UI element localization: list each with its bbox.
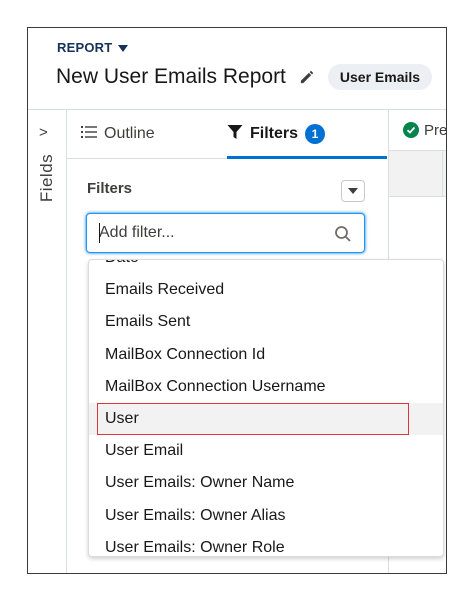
preview-grid-header <box>389 150 446 197</box>
text-cursor <box>99 223 100 243</box>
filter-option[interactable]: User <box>89 402 443 436</box>
filter-option[interactable]: Emails Received <box>89 274 443 306</box>
fields-rail[interactable]: > Fields <box>28 110 67 573</box>
chevron-down-icon <box>118 44 129 52</box>
check-circle-icon <box>403 122 419 138</box>
report-header: REPORT New User Emails Report User Email… <box>28 28 446 110</box>
preview-tab-label: Pre <box>424 121 447 139</box>
tab-outline-label: Outline <box>104 125 155 142</box>
filter-option[interactable]: User Emails: Owner Name <box>89 467 443 499</box>
filter-option[interactable]: User Email <box>89 435 443 467</box>
tab-filters-label: Filters <box>250 125 299 142</box>
report-title: New User Emails Report <box>56 65 286 88</box>
filter-icon <box>227 124 243 145</box>
chevron-right-icon[interactable]: > <box>39 124 48 141</box>
list-icon <box>81 125 97 144</box>
preview-tab[interactable]: Pre <box>389 110 447 150</box>
add-filter-input[interactable] <box>99 222 324 244</box>
filters-menu-button[interactable] <box>341 180 365 202</box>
fields-rail-label: Fields <box>37 153 57 203</box>
pencil-icon[interactable] <box>298 68 316 86</box>
tab-outline[interactable]: Outline <box>81 110 155 158</box>
fields-rail-label-wrap: Fields <box>34 148 60 208</box>
filter-option[interactable]: MailBox Connection Username <box>89 371 443 403</box>
add-filter-search[interactable] <box>86 213 365 253</box>
filter-options-list: DateEmails ReceivedEmails SentMailBox Co… <box>89 260 443 556</box>
title-row: New User Emails Report User Emails <box>56 64 433 90</box>
search-icon[interactable] <box>334 225 352 243</box>
report-builder-window: REPORT New User Emails Report User Email… <box>27 27 447 574</box>
filter-count-badge: 1 <box>305 124 326 144</box>
panel-tabs: Outline Filters 1 <box>67 110 387 159</box>
filter-option[interactable]: Emails Sent <box>89 306 443 338</box>
filter-option[interactable]: Date <box>89 260 443 274</box>
preview-grid-divider <box>442 151 443 196</box>
tab-filters[interactable]: Filters 1 <box>227 110 326 158</box>
filter-field-dropdown[interactable]: DateEmails ReceivedEmails SentMailBox Co… <box>88 259 444 557</box>
filter-option[interactable]: User Emails: Owner Role <box>89 532 443 556</box>
chevron-down-icon <box>348 188 358 194</box>
filters-heading: Filters <box>87 180 133 197</box>
report-type-menu[interactable]: REPORT <box>57 40 129 55</box>
filter-option[interactable]: User Emails: Owner Alias <box>89 500 443 532</box>
report-type-label: REPORT <box>57 40 113 55</box>
active-tab-indicator <box>227 156 387 159</box>
filter-option[interactable]: MailBox Connection Id <box>89 339 443 371</box>
report-type-badge: User Emails <box>327 64 433 90</box>
